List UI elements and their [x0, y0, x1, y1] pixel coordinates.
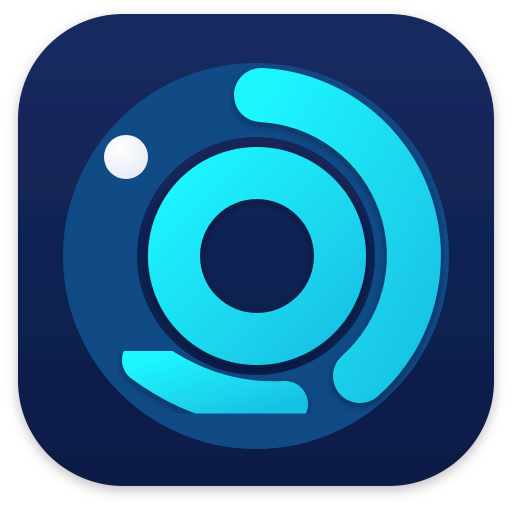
- circular-rings-app-icon[interactable]: [0, 0, 512, 512]
- app-icon-canvas: [0, 0, 512, 512]
- orbit-dot: [104, 135, 148, 179]
